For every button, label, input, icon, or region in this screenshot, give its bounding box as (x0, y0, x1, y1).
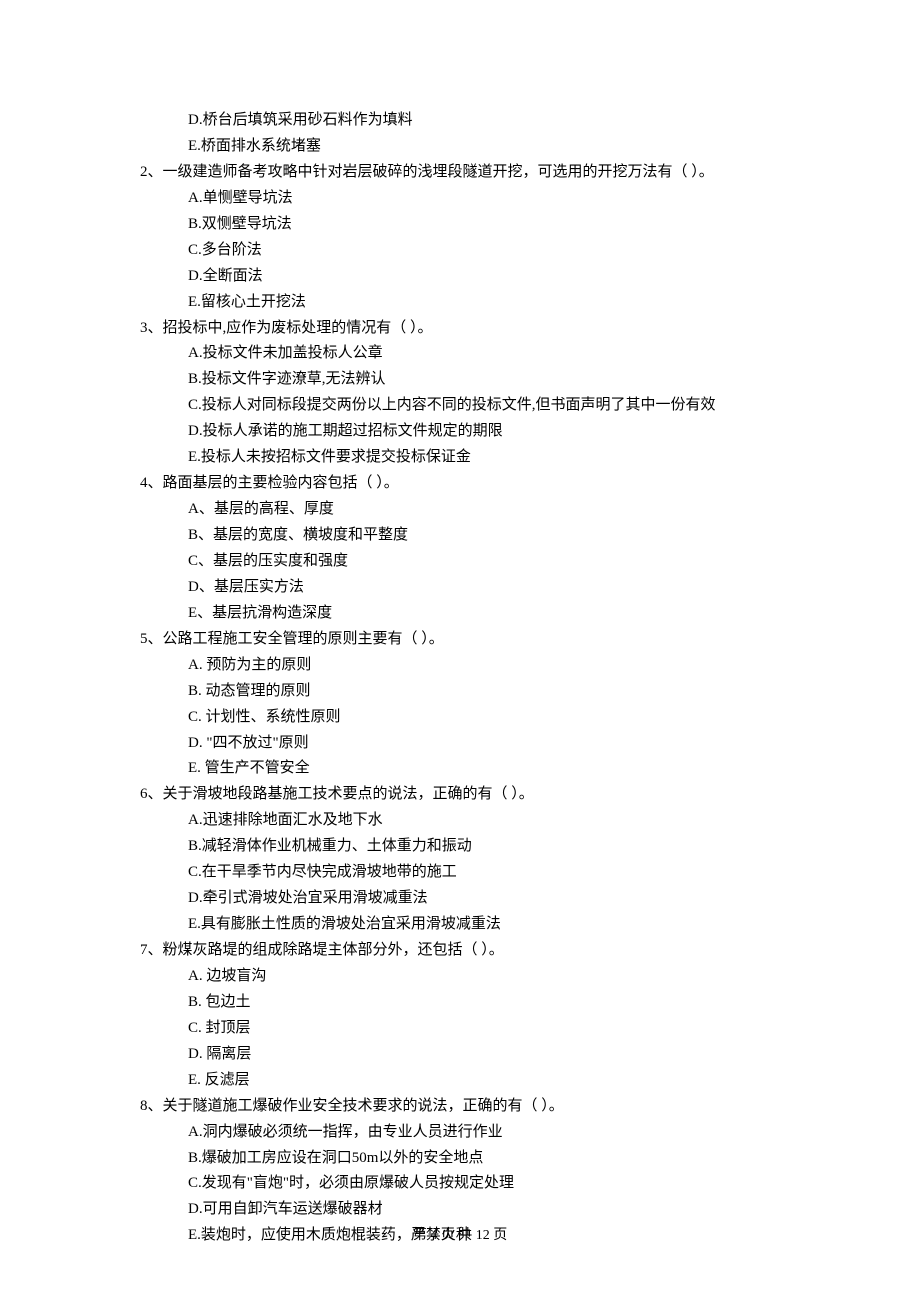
question-number: 4、 (140, 475, 163, 491)
question-stem: 6、关于滑坡地段路基施工技术要点的说法，正确的有（ ）。 (140, 782, 780, 808)
option-line: C.在干旱季节内尽快完成滑坡地带的施工 (140, 860, 780, 886)
question-text: 一级建造师备考攻略中针对岩层破碎的浅埋段隧道开挖，可选用的开挖万法有 (163, 164, 673, 180)
question-number: 7、 (140, 942, 163, 958)
option-line: A、基层的高程、厚度 (140, 497, 780, 523)
page-footer: 第 4 页 共 12 页 (0, 1224, 920, 1244)
option-line: D.投标人承诺的施工期超过招标文件规定的期限 (140, 419, 780, 445)
page-content: D.桥台后填筑采用砂石料作为填料E.桥面排水系统堵塞2、一级建造师备考攻略中针对… (0, 0, 920, 1249)
option-line: E. 反滤层 (140, 1068, 780, 1094)
option-line: B.减轻滑体作业机械重力、土体重力和振动 (140, 834, 780, 860)
question-stem: 7、粉煤灰路堤的组成除路堤主体部分外，还包括（ ）。 (140, 938, 780, 964)
question-text: 粉煤灰路堤的组成除路堤主体部分外，还包括 (163, 942, 463, 958)
option-line: C.多台阶法 (140, 238, 780, 264)
question-number: 5、 (140, 631, 163, 647)
question-text: 路面基层的主要检验内容包括 (163, 475, 358, 491)
option-line: B.投标文件字迹潦草,无法辨认 (140, 367, 780, 393)
question-stem: 2、一级建造师备考攻略中针对岩层破碎的浅埋段隧道开挖，可选用的开挖万法有（ ）。 (140, 160, 780, 186)
option-line: C.发现有"盲炮"时，必须由原爆破人员按规定处理 (140, 1171, 780, 1197)
option-line: A.迅速排除地面汇水及地下水 (140, 808, 780, 834)
blank-marker: （ ）。 (493, 786, 534, 802)
blank-marker: （ ）。 (358, 475, 399, 491)
question-text: 公路工程施工安全管理的原则主要有 (163, 631, 403, 647)
option-line: C. 封顶层 (140, 1016, 780, 1042)
option-line: A. 边坡盲沟 (140, 964, 780, 990)
question-stem: 5、公路工程施工安全管理的原则主要有（ ）。 (140, 627, 780, 653)
option-line: E. 管生产不管安全 (140, 756, 780, 782)
question-stem: 8、关于隧道施工爆破作业安全技术要求的说法，正确的有（ ）。 (140, 1094, 780, 1120)
option-line: B. 包边土 (140, 990, 780, 1016)
question-number: 3、 (140, 320, 163, 336)
question-text: 关于滑坡地段路基施工技术要点的说法，正确的有 (163, 786, 493, 802)
question-text: 关于隧道施工爆破作业安全技术要求的说法，正确的有 (163, 1098, 523, 1114)
option-line: C.投标人对同标段提交两份以上内容不同的投标文件,但书面声明了其中一份有效 (140, 393, 780, 419)
option-line: B.双恻壁导坑法 (140, 212, 780, 238)
blank-marker: （ ）。 (673, 164, 714, 180)
option-line: A.洞内爆破必须统一指挥，由专业人员进行作业 (140, 1120, 780, 1146)
option-line: D、基层压实方法 (140, 575, 780, 601)
blank-marker: （ ）。 (403, 631, 444, 647)
option-line: A.单恻壁导坑法 (140, 186, 780, 212)
option-line: B.爆破加工房应设在洞口50m以外的安全地点 (140, 1146, 780, 1172)
option-line: E.具有膨胀土性质的滑坡处治宜采用滑坡减重法 (140, 912, 780, 938)
option-line: E.留核心土开挖法 (140, 290, 780, 316)
blank-marker: （ ）。 (463, 942, 504, 958)
option-line: D. "四不放过"原则 (140, 731, 780, 757)
option-line: D.可用自卸汽车运送爆破器材 (140, 1197, 780, 1223)
blank-marker: （ ）。 (523, 1098, 564, 1114)
blank-marker: （ ）。 (391, 320, 432, 336)
option-line: A.投标文件未加盖投标人公章 (140, 341, 780, 367)
question-number: 2、 (140, 164, 163, 180)
question-number: 8、 (140, 1098, 163, 1114)
option-line: B. 动态管理的原则 (140, 679, 780, 705)
option-line: A. 预防为主的原则 (140, 653, 780, 679)
question-text: 招投标中,应作为废标处理的情况有 (163, 320, 392, 336)
option-line: D.桥台后填筑采用砂石料作为填料 (140, 108, 780, 134)
option-line: D.牵引式滑坡处治宜采用滑坡减重法 (140, 886, 780, 912)
option-line: C、基层的压实度和强度 (140, 549, 780, 575)
option-line: D. 隔离层 (140, 1042, 780, 1068)
option-line: E.桥面排水系统堵塞 (140, 134, 780, 160)
question-number: 6、 (140, 786, 163, 802)
question-stem: 4、路面基层的主要检验内容包括（ ）。 (140, 471, 780, 497)
option-line: D.全断面法 (140, 264, 780, 290)
question-stem: 3、招投标中,应作为废标处理的情况有（ ）。 (140, 316, 780, 342)
option-line: B、基层的宽度、横坡度和平整度 (140, 523, 780, 549)
option-line: C. 计划性、系统性原则 (140, 705, 780, 731)
option-line: E、基层抗滑构造深度 (140, 601, 780, 627)
option-line: E.投标人未按招标文件要求提交投标保证金 (140, 445, 780, 471)
